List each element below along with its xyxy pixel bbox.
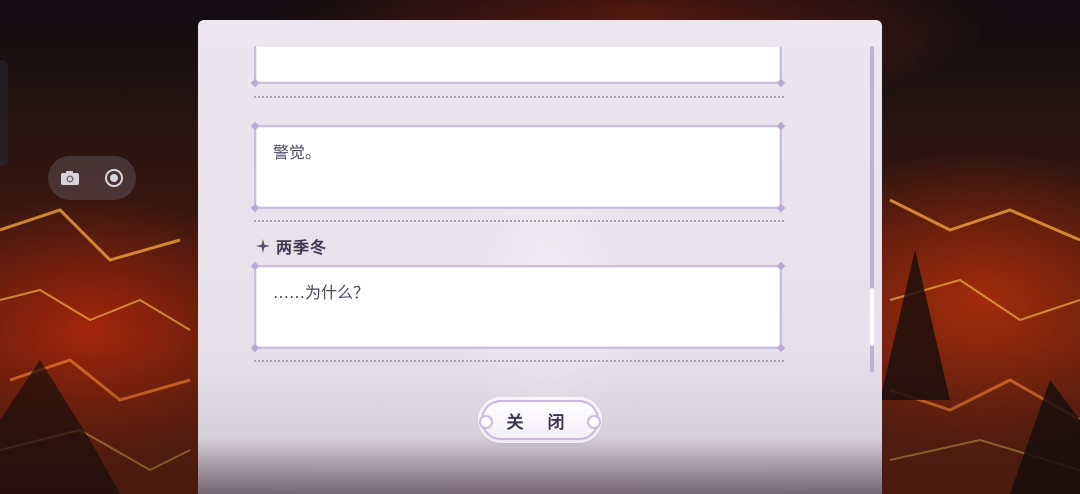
record-icon[interactable] — [102, 166, 126, 190]
box-corner-ornament — [250, 121, 260, 131]
box-corner-ornament — [250, 203, 260, 213]
box-corner-ornament — [776, 78, 786, 88]
entry-divider — [254, 96, 784, 98]
dialog-history-list[interactable]: 警觉。 两季冬 ……为什么？ — [198, 20, 882, 380]
box-corner-ornament — [250, 78, 260, 88]
dialog-history-panel: 警觉。 两季冬 ……为什么？ 关 闭 — [198, 20, 882, 494]
box-corner-ornament — [250, 343, 260, 353]
speaker-label: 两季冬 — [256, 234, 327, 258]
side-drawer-handle[interactable] — [0, 60, 8, 166]
box-corner-ornament — [776, 121, 786, 131]
dialog-entry-text-box: 警觉。 — [250, 121, 786, 213]
button-end-ornament — [479, 415, 493, 429]
game-scene: 警觉。 两季冬 ……为什么？ 关 闭 — [0, 0, 1080, 494]
capture-toolbar — [48, 156, 136, 200]
close-button[interactable]: 关 闭 — [479, 400, 601, 440]
box-corner-ornament — [776, 343, 786, 353]
entry-divider — [254, 220, 784, 222]
dialog-entry-text: 警觉。 — [273, 143, 322, 162]
camera-icon[interactable] — [58, 166, 82, 190]
dialog-entry-text-box — [250, 46, 786, 88]
dialog-entry-text-box: ……为什么？ — [250, 261, 786, 353]
box-corner-ornament — [250, 261, 260, 271]
sparkle-star-icon — [256, 239, 270, 253]
entry-divider — [254, 360, 784, 362]
scrollbar-thumb[interactable] — [870, 288, 874, 346]
dialog-entry-text: ……为什么？ — [273, 283, 370, 302]
button-end-ornament — [587, 415, 601, 429]
speaker-name: 两季冬 — [276, 238, 328, 257]
box-corner-ornament — [776, 203, 786, 213]
close-button-label: 关 闭 — [506, 412, 574, 433]
box-corner-ornament — [776, 261, 786, 271]
